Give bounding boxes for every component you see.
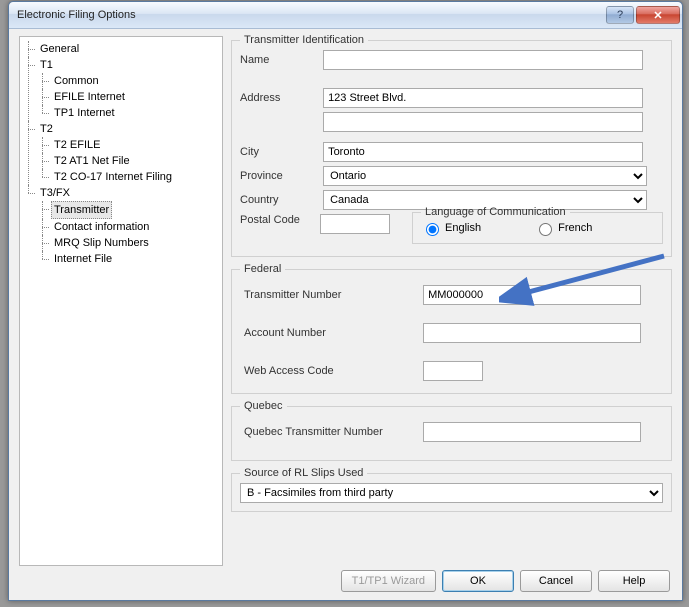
federal-legend: Federal [240, 263, 285, 275]
close-icon[interactable]: ✕ [636, 6, 680, 24]
dialog-window: Electronic Filing Options ? ✕ General T1… [8, 1, 683, 601]
quebec-transmitter-label: Quebec Transmitter Number [240, 426, 420, 438]
lang-french[interactable]: French [534, 220, 592, 236]
city-label: City [240, 146, 320, 158]
help-icon[interactable]: ? [606, 6, 634, 24]
name-field[interactable] [323, 50, 643, 70]
account-number-field[interactable] [423, 323, 641, 343]
country-label: Country [240, 194, 320, 206]
tree-t2[interactable]: T2 [38, 121, 55, 137]
rlslips-select[interactable]: B - Facsimiles from third party [240, 483, 663, 503]
ok-button[interactable]: OK [442, 570, 514, 592]
titlebar[interactable]: Electronic Filing Options ? ✕ [9, 2, 682, 29]
transmitter-number-field[interactable] [423, 285, 641, 305]
quebec-legend: Quebec [240, 400, 287, 412]
city-field[interactable] [323, 142, 643, 162]
tree-general[interactable]: General [38, 41, 81, 57]
button-bar: T1/TP1 Wizard OK Cancel Help [341, 570, 670, 592]
province-label: Province [240, 170, 320, 182]
wac-label: Web Access Code [240, 365, 420, 377]
client-area: General T1 Common EFILE Internet TP1 Int… [15, 32, 676, 594]
transmitter-id-group: Transmitter Identification Name Address … [231, 34, 672, 257]
quebec-transmitter-field[interactable] [423, 422, 641, 442]
transmitter-id-legend: Transmitter Identification [240, 34, 368, 46]
rlslips-group: Source of RL Slips Used B - Facsimiles f… [231, 467, 672, 512]
tree-t2-at1[interactable]: T2 AT1 Net File [52, 153, 132, 169]
english-radio[interactable] [426, 223, 439, 236]
federal-group: Federal Transmitter Number Account Numbe… [231, 263, 672, 394]
tree-t3fx-mrq[interactable]: MRQ Slip Numbers [52, 235, 151, 251]
tree-t3fx[interactable]: T3/FX [38, 185, 72, 201]
language-group: Language of Communication English French [412, 206, 663, 244]
tree-t1-tp1[interactable]: TP1 Internet [52, 105, 117, 121]
address-label: Address [240, 92, 320, 104]
tree-t3fx-contact[interactable]: Contact information [52, 219, 151, 235]
postal-label: Postal Code [240, 214, 320, 226]
tree-t3fx-internet[interactable]: Internet File [52, 251, 114, 267]
tree-t1[interactable]: T1 [38, 57, 55, 73]
cancel-button[interactable]: Cancel [520, 570, 592, 592]
tree-view[interactable]: General T1 Common EFILE Internet TP1 Int… [19, 36, 223, 566]
tree-t2-efile[interactable]: T2 EFILE [52, 137, 102, 153]
address2-field[interactable] [323, 112, 643, 132]
address1-field[interactable] [323, 88, 643, 108]
wizard-button: T1/TP1 Wizard [341, 570, 436, 592]
lang-english[interactable]: English [421, 220, 481, 236]
quebec-group: Quebec Quebec Transmitter Number [231, 400, 672, 461]
account-number-label: Account Number [240, 327, 420, 339]
wac-field[interactable] [423, 361, 483, 381]
french-radio[interactable] [539, 223, 552, 236]
tree-t3fx-transmitter[interactable]: Transmitter [51, 201, 112, 219]
help-button[interactable]: Help [598, 570, 670, 592]
province-select[interactable]: Ontario [323, 166, 647, 186]
name-label: Name [240, 54, 320, 66]
tree-t2-co17[interactable]: T2 CO-17 Internet Filing [52, 169, 174, 185]
right-pane: Transmitter Identification Name Address … [231, 34, 672, 594]
postal-field[interactable] [320, 214, 390, 234]
rlslips-legend: Source of RL Slips Used [240, 467, 367, 479]
language-legend: Language of Communication [421, 206, 570, 218]
tree-t1-efile[interactable]: EFILE Internet [52, 89, 127, 105]
tree-t1-common[interactable]: Common [52, 73, 101, 89]
window-title: Electronic Filing Options [17, 9, 604, 21]
transmitter-number-label: Transmitter Number [240, 289, 420, 301]
